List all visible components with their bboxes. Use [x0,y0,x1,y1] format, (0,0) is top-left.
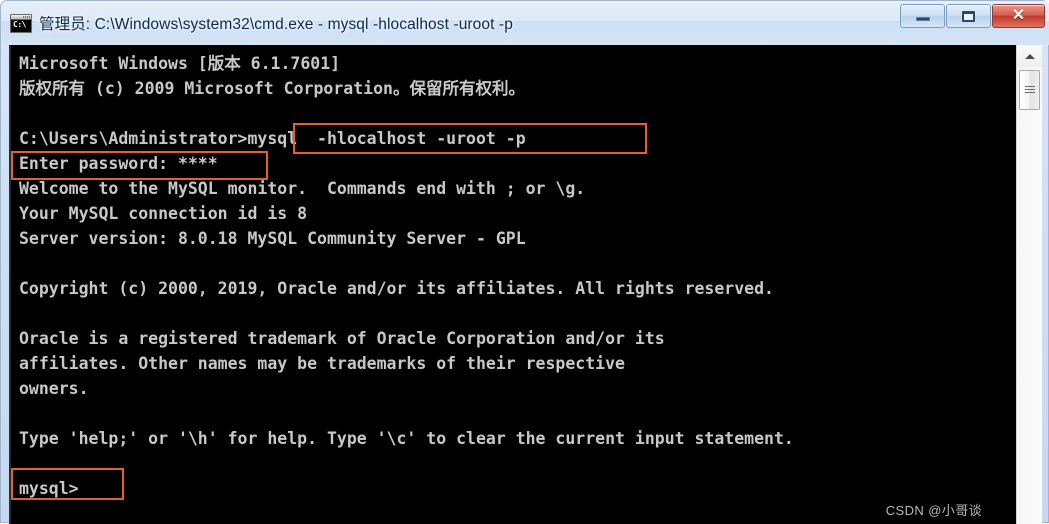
console-line-password-prompt: Enter password: **** [19,154,218,173]
console-scrollbar[interactable] [1016,45,1042,524]
console-line: Type 'help;' or '\h' for help. Type '\c'… [19,429,794,448]
cmd-window: C:\ 管理员: C:\Windows\system32\cmd.exe - m… [0,0,1049,524]
console-line: affiliates. Other names may be trademark… [19,354,625,373]
console-text-buffer: Microsoft Windows [版本 6.1.7601] 版权所有 (c)… [19,51,1016,524]
window-client-area: Microsoft Windows [版本 6.1.7601] 版权所有 (c)… [9,45,1042,524]
console-line-mysql-prompt: mysql> [19,479,79,498]
console-output[interactable]: Microsoft Windows [版本 6.1.7601] 版权所有 (c)… [9,45,1016,524]
scrollbar-thumb[interactable] [1019,70,1040,110]
console-line: Welcome to the MySQL monitor. Commands e… [19,179,586,198]
cmd-icon-prompt-text: C:\ [13,20,26,29]
scrollbar-track[interactable] [1017,110,1042,524]
window-title: 管理员: C:\Windows\system32\cmd.exe - mysql… [39,16,513,33]
maximize-icon [962,10,975,22]
console-line: Microsoft Windows [版本 6.1.7601] [19,54,341,73]
console-line: Your MySQL connection id is 8 [19,204,308,223]
chevron-up-icon [1024,53,1035,59]
cmd-exe-icon: C:\ [10,14,32,33]
minimize-icon [915,17,930,21]
maximize-button[interactable] [946,4,991,28]
window-controls: ✕ [900,4,1045,28]
console-line: owners. [19,379,89,398]
console-line: Server version: 8.0.18 MySQL Community S… [19,229,526,248]
minimize-button[interactable] [900,4,945,28]
console-line: Copyright (c) 2000, 2019, Oracle and/or … [19,279,774,298]
console-line: 版权所有 (c) 2009 Microsoft Corporation。保留所有… [19,79,525,98]
console-line-command: C:\Users\Administrator>mysql -hlocalhost… [19,129,526,148]
scroll-up-arrow-button[interactable] [1017,45,1042,67]
close-button[interactable]: ✕ [992,4,1045,28]
watermark: CSDN @小哥谈 [885,503,982,518]
scrollbar-grip-icon [1024,86,1035,94]
close-icon: ✕ [1011,7,1026,24]
console-line: Oracle is a registered trademark of Orac… [19,329,665,348]
window-titlebar[interactable]: C:\ 管理员: C:\Windows\system32\cmd.exe - m… [1,1,1049,45]
